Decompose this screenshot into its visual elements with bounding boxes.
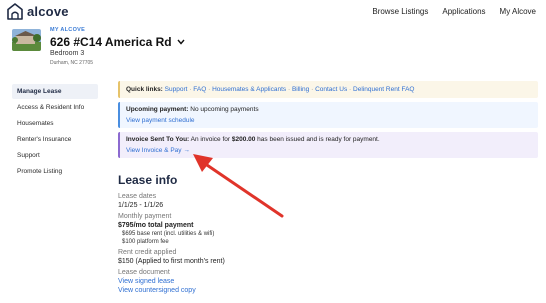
lease-info-title: Lease info (118, 173, 178, 187)
monthly-payment-detail-rent: $695 base rent (incl. utilities & wifi) (122, 231, 215, 237)
upcoming-payment-text: Upcoming payment: No upcoming payments (126, 106, 532, 113)
sidebar-item-promote-listing[interactable]: Promote Listing (12, 164, 98, 179)
quick-links-card: Quick links: Support · FAQ · Housemates … (118, 81, 538, 98)
monthly-payment-label: Monthly payment (118, 213, 172, 220)
separator: · (287, 86, 291, 93)
separator: · (208, 86, 211, 93)
view-countersigned-copy-link[interactable]: View countersigned copy (118, 286, 418, 295)
quick-link-faq[interactable]: FAQ (193, 86, 206, 93)
property-subtitle: Bedroom 3 (50, 50, 85, 57)
sidebar-item-renters-insurance[interactable]: Renter's Insurance (12, 132, 98, 147)
invoice-text-after: has been issued and is ready for payment… (257, 136, 380, 143)
chevron-down-icon[interactable] (177, 39, 185, 45)
sidebar-item-manage-lease[interactable]: Manage Lease (12, 84, 98, 99)
property-title-text: 626 #C14 America Rd (50, 35, 172, 49)
sidebar-item-support[interactable]: Support (12, 148, 98, 163)
invoice-text-before: An invoice for (190, 136, 231, 143)
brand-name: alcove (27, 4, 69, 19)
upcoming-payment-card: Upcoming payment: No upcoming payments V… (118, 102, 538, 128)
upcoming-payment-label: Upcoming payment: (126, 106, 189, 113)
separator: · (349, 86, 352, 93)
quick-link-billing[interactable]: Billing (292, 86, 309, 93)
separator: · (189, 86, 192, 93)
quick-link-housemates-applicants[interactable]: Housemates & Applicants (212, 86, 286, 93)
quick-link-delinquent-rent-faq[interactable]: Delinquent Rent FAQ (353, 86, 414, 93)
view-payment-schedule-link[interactable]: View payment schedule (126, 117, 532, 124)
invoice-text: Invoice Sent To You: An invoice for $200… (126, 136, 532, 143)
lease-dates-value: 1/1/25 - 1/1/26 (118, 202, 164, 209)
quick-link-contact-us[interactable]: Contact Us (315, 86, 347, 93)
lease-dates-label: Lease dates (118, 193, 157, 200)
brand-logo[interactable]: alcove (7, 3, 69, 20)
invoice-label: Invoice Sent To You: (126, 136, 190, 143)
monthly-payment-value: $795/mo total payment (118, 222, 194, 229)
monthly-payment-detail-fee: $100 platform fee (122, 239, 169, 245)
quick-link-support[interactable]: Support (165, 86, 188, 93)
separator: · (311, 86, 314, 93)
main-content: Quick links: Support · FAQ · Housemates … (118, 81, 538, 162)
nav-applications[interactable]: Applications (442, 7, 485, 16)
quick-links-title: Quick links: (126, 86, 163, 93)
rent-credit-label: Rent credit applied (118, 249, 177, 256)
sidebar-item-access-resident-info[interactable]: Access & Resident Info (12, 100, 98, 115)
property-thumbnail (12, 29, 41, 51)
property-address: Durham, NC 27705 (50, 60, 94, 66)
nav-my-alcove[interactable]: My Alcove (500, 7, 536, 16)
lease-document-label: Lease document (118, 269, 170, 276)
lease-info-section: Lease dates 1/1/25 - 1/1/26 Monthly paym… (118, 192, 418, 295)
property-title[interactable]: 626 #C14 America Rd (50, 35, 185, 49)
top-header: alcove Browse Listings Applications My A… (0, 0, 546, 24)
house-logo-icon (7, 3, 23, 20)
upcoming-payment-value: No upcoming payments (190, 106, 259, 113)
sidebar-item-housemates[interactable]: Housemates (12, 116, 98, 131)
view-invoice-pay-link[interactable]: View Invoice & Pay → (126, 147, 532, 154)
property-eyebrow: MY ALCOVE (50, 27, 86, 33)
invoice-amount: $200.00 (231, 136, 256, 143)
sidebar: Manage Lease Access & Resident Info Hous… (12, 84, 98, 179)
rent-credit-value: $150 (Applied to first month's rent) (118, 258, 225, 265)
nav-browse-listings[interactable]: Browse Listings (372, 7, 428, 16)
view-signed-lease-link[interactable]: View signed lease (118, 277, 418, 286)
invoice-card: Invoice Sent To You: An invoice for $200… (118, 132, 538, 158)
main-nav: Browse Listings Applications My Alcove (372, 7, 536, 16)
